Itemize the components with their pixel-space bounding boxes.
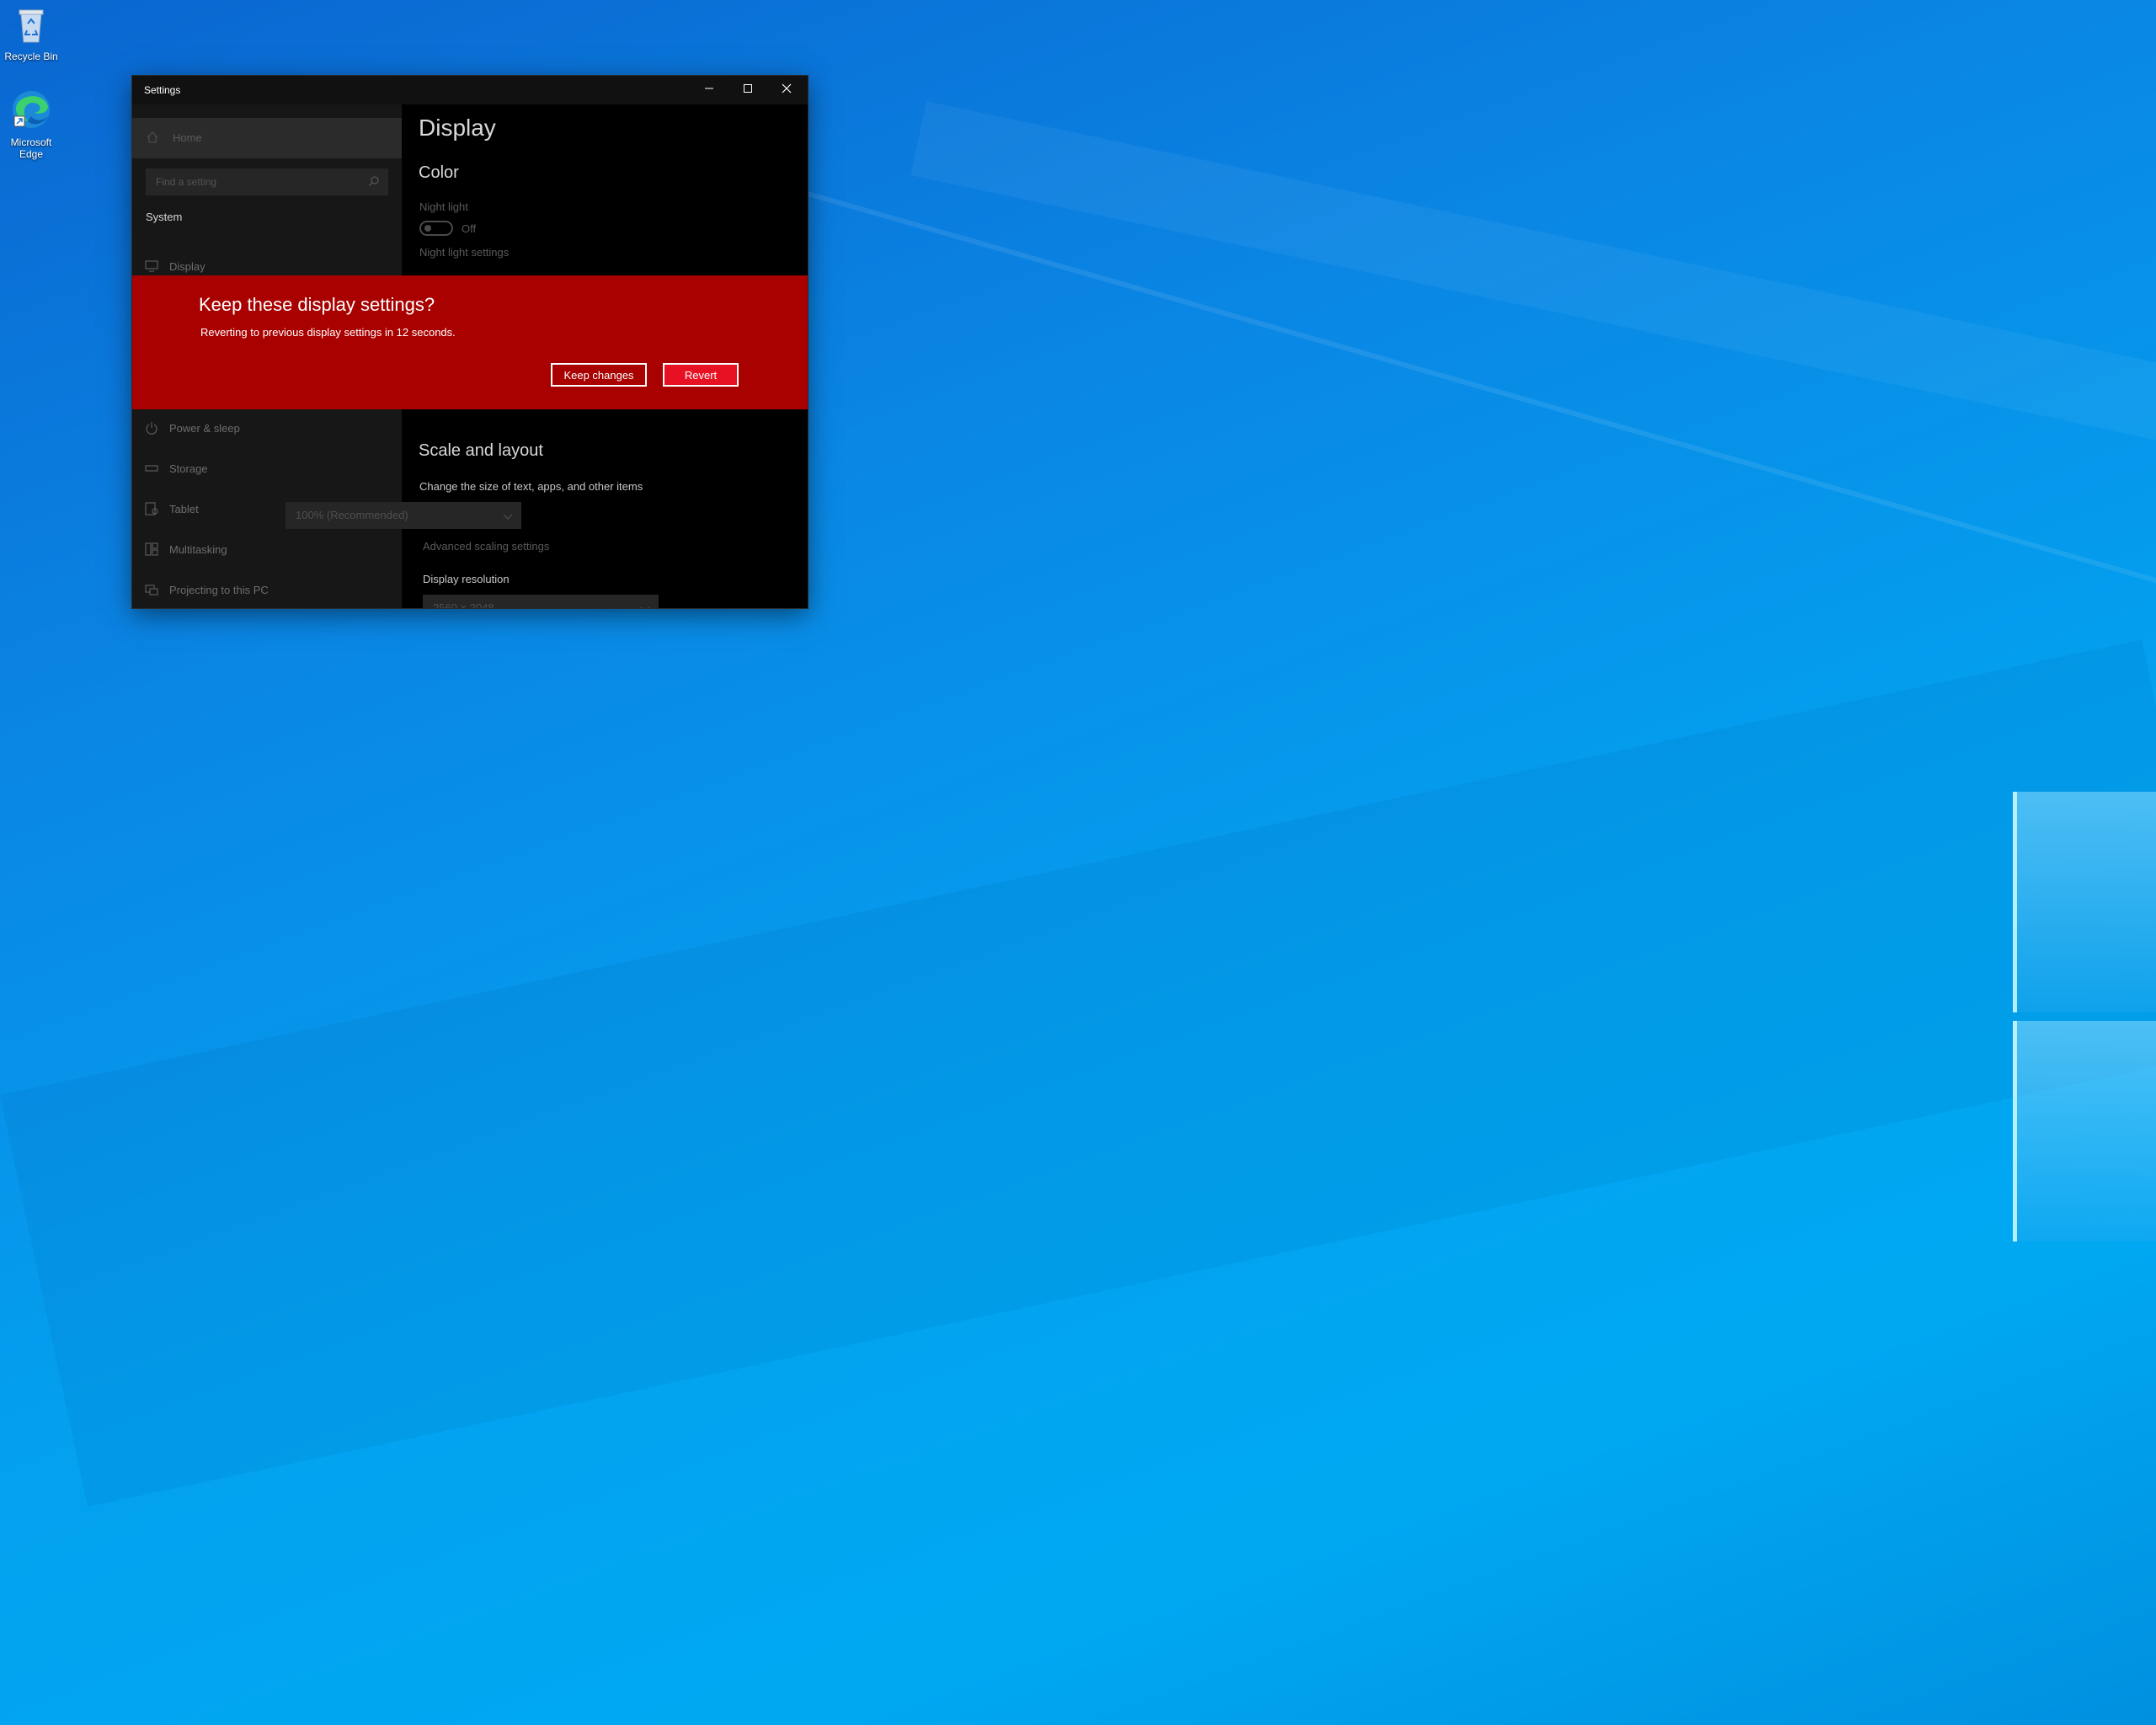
dialog-title: Keep these display settings? bbox=[199, 294, 435, 315]
dialog-message: Reverting to previous display settings i… bbox=[200, 326, 456, 339]
home-icon bbox=[146, 131, 159, 148]
section-heading-color: Color bbox=[419, 163, 459, 182]
search-placeholder: Find a setting bbox=[156, 176, 217, 188]
sidebar-item-label: Power & sleep bbox=[169, 421, 240, 435]
night-light-label: Night light bbox=[419, 200, 468, 213]
window-title: Settings bbox=[144, 84, 181, 96]
sidebar-item-display[interactable]: Display bbox=[144, 256, 205, 276]
section-heading-scale: Scale and layout bbox=[419, 441, 543, 460]
recycle-bin-icon bbox=[1, 5, 61, 48]
keep-settings-dialog: Keep these display settings? Reverting t… bbox=[132, 275, 808, 409]
minimize-icon bbox=[704, 83, 714, 98]
night-light-state: Off bbox=[462, 222, 477, 235]
wallpaper-shadow bbox=[0, 639, 2156, 1508]
tablet-icon bbox=[144, 501, 159, 516]
storage-icon bbox=[144, 461, 159, 476]
scale-description: Change the size of text, apps, and other… bbox=[419, 480, 643, 493]
multitasking-icon bbox=[144, 542, 159, 557]
sidebar-item-storage[interactable]: Storage bbox=[144, 458, 208, 478]
desktop-icon-label: Recycle Bin bbox=[4, 51, 58, 62]
keep-changes-button[interactable]: Keep changes bbox=[551, 363, 647, 387]
close-button[interactable] bbox=[767, 76, 806, 104]
search-input[interactable]: Find a setting bbox=[146, 168, 388, 195]
nav-home-item[interactable]: Home bbox=[132, 118, 402, 158]
wallpaper-logo-pane-bottom bbox=[2013, 1021, 2156, 1242]
resolution-dropdown[interactable]: 2560 × 2048 bbox=[423, 595, 659, 608]
desktop-icon-label: Microsoft Edge bbox=[10, 136, 52, 160]
sidebar-item-label: Display bbox=[169, 259, 205, 273]
wallpaper-logo-pane-top bbox=[2013, 792, 2156, 1012]
toggle-knob bbox=[424, 225, 431, 232]
night-light-settings-link[interactable]: Night light settings bbox=[419, 246, 509, 259]
page-title: Display bbox=[419, 115, 496, 141]
sidebar-item-label: Multitasking bbox=[169, 542, 227, 556]
sidebar-item-tablet[interactable]: Tablet bbox=[144, 499, 199, 519]
resolution-label: Display resolution bbox=[423, 573, 510, 585]
edge-icon bbox=[1, 88, 61, 134]
scale-dropdown[interactable]: 100% (Recommended) bbox=[286, 502, 521, 529]
chevron-down-icon bbox=[503, 510, 513, 523]
revert-button[interactable]: Revert bbox=[663, 363, 739, 387]
desktop-icon-recycle-bin[interactable]: Recycle Bin bbox=[1, 5, 61, 62]
search-icon bbox=[368, 175, 380, 190]
sidebar-item-label: Storage bbox=[169, 462, 208, 475]
close-icon bbox=[782, 83, 792, 98]
chevron-down-icon bbox=[640, 603, 650, 608]
nav-section-title: System bbox=[146, 211, 183, 223]
wallpaper-windows-logo bbox=[2013, 766, 2156, 1242]
desktop: Recycle Bin Microsoft Edge Settings Home… bbox=[0, 0, 2156, 1725]
sidebar-item-projecting[interactable]: Projecting to this PC bbox=[144, 579, 269, 600]
maximize-icon bbox=[743, 83, 753, 98]
nav-home-label: Home bbox=[173, 131, 202, 144]
minimize-button[interactable] bbox=[690, 76, 728, 104]
sidebar-item-label: Projecting to this PC bbox=[169, 583, 269, 596]
desktop-icon-edge[interactable]: Microsoft Edge bbox=[1, 88, 61, 160]
power-icon bbox=[144, 420, 159, 435]
night-light-toggle[interactable] bbox=[419, 221, 453, 236]
monitor-icon bbox=[144, 259, 159, 274]
resolution-dropdown-value: 2560 × 2048 bbox=[433, 601, 494, 608]
sidebar-item-multitasking[interactable]: Multitasking bbox=[144, 539, 227, 559]
sidebar-item-power-sleep[interactable]: Power & sleep bbox=[144, 418, 240, 438]
projecting-icon bbox=[144, 582, 159, 597]
title-bar[interactable]: Settings bbox=[132, 76, 808, 104]
scale-dropdown-value: 100% (Recommended) bbox=[296, 509, 408, 521]
sidebar-item-label: Tablet bbox=[169, 502, 199, 515]
maximize-button[interactable] bbox=[728, 76, 767, 104]
advanced-scaling-link[interactable]: Advanced scaling settings bbox=[423, 540, 549, 553]
